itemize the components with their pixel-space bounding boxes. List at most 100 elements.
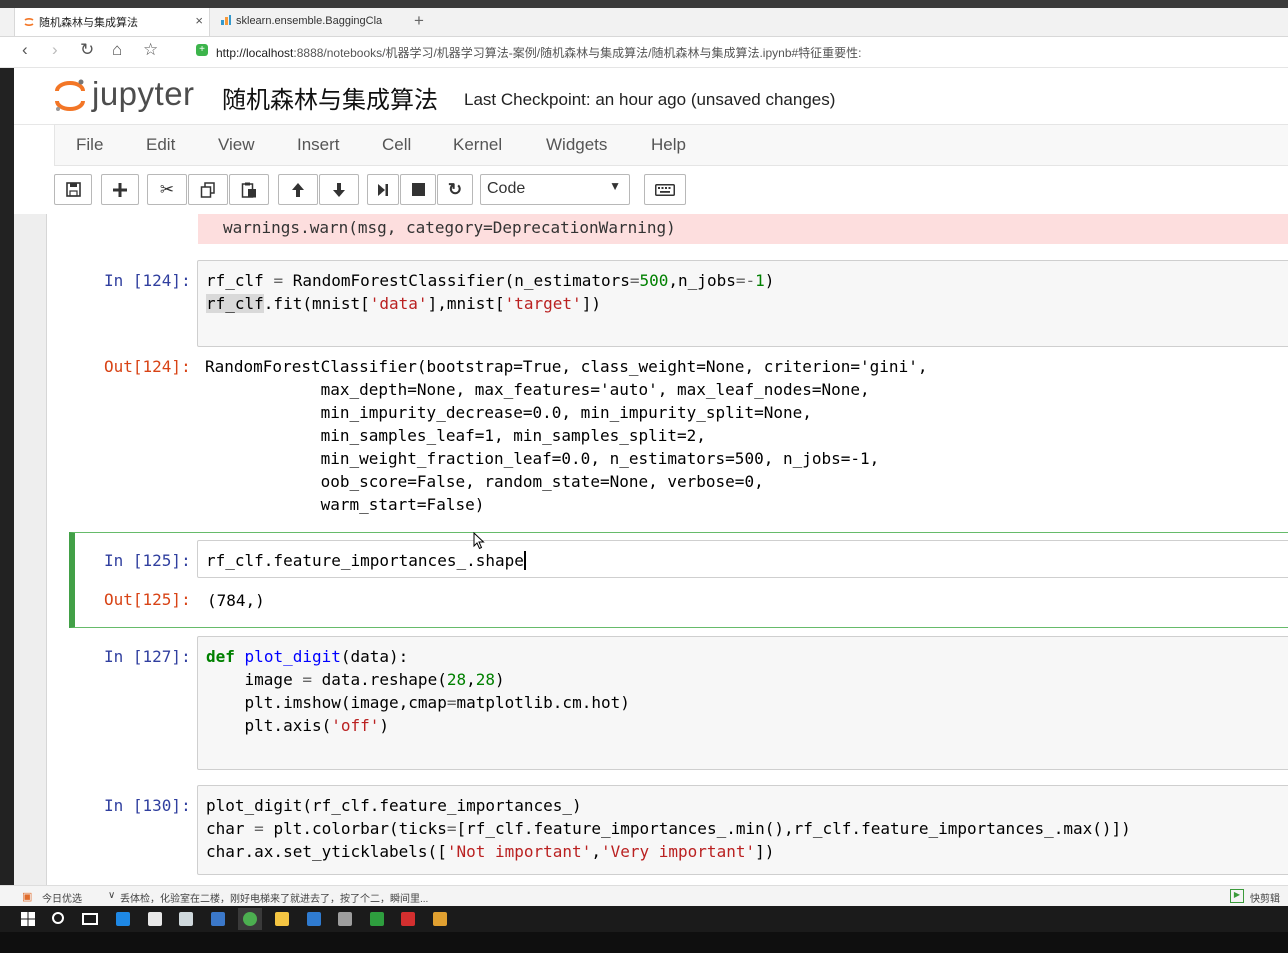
file-explorer-icon[interactable]: [275, 912, 289, 926]
screen-bottom-edge: [0, 932, 1288, 953]
store-icon[interactable]: [148, 912, 162, 926]
close-tab-icon[interactable]: ×: [195, 13, 203, 28]
menu-view[interactable]: View: [218, 135, 255, 155]
text-cursor: [523, 551, 526, 570]
warning-text: warnings.warn(msg, category=DeprecationW…: [223, 218, 676, 237]
notebook-toolbar: ✂ ↻ Code ▼: [14, 166, 1288, 214]
scissors-icon: ✂: [159, 179, 175, 199]
window-top-edge: [0, 0, 1288, 8]
task-view-icon[interactable]: [82, 913, 98, 925]
paste-icon: [241, 182, 256, 198]
restart-button[interactable]: ↻: [437, 174, 473, 205]
plus-icon: [113, 182, 127, 197]
code-line: plot_digit(rf_clf.feature_importances_): [206, 796, 582, 815]
menu-help[interactable]: Help: [651, 135, 686, 155]
code-cell-input[interactable]: plot_digit(rf_clf.feature_importances_) …: [197, 785, 1288, 875]
input-prompt: In [125]:: [104, 551, 191, 570]
cell-output: (784,): [207, 591, 265, 610]
stderr-output: warnings.warn(msg, category=DeprecationW…: [198, 214, 1288, 244]
save-icon: [65, 182, 81, 197]
copy-button[interactable]: [188, 174, 228, 205]
code-cell-input[interactable]: rf_clf = RandomForestClassifier(n_estima…: [197, 260, 1288, 347]
sklearn-favicon-icon: [220, 14, 232, 26]
menu-insert[interactable]: Insert: [297, 135, 340, 155]
windows-start-icon[interactable]: [21, 912, 35, 926]
browser-status-bar: ▣ 今日优选 ∨ 丢体检，化验室在二楼，刚好电梯来了就进去了，按了个二，瞬间里.…: [0, 885, 1288, 907]
taskbar: [0, 906, 1288, 932]
tab-title: sklearn.ensemble.BaggingCla: [236, 15, 383, 27]
mail-icon[interactable]: [179, 912, 193, 926]
cell-type-value: Code: [487, 180, 526, 197]
chevron-down-icon: ∨: [108, 890, 116, 901]
site-security-icon: +: [196, 44, 208, 56]
code-line: rf_clf.fit(mnist['data'],mnist['target']…: [206, 294, 601, 313]
forward-icon[interactable]: ›: [52, 40, 58, 60]
browser-tab-sklearn[interactable]: sklearn.ensemble.BaggingCla: [212, 8, 408, 36]
copy-icon: [200, 181, 215, 198]
mouse-cursor-icon: [473, 531, 485, 555]
command-palette-button[interactable]: [644, 174, 686, 205]
code-line: image = data.reshape(28,28): [206, 670, 505, 689]
checkpoint-status: Last Checkpoint: an hour ago (unsaved ch…: [464, 90, 836, 109]
url-input[interactable]: http://localhost:8888/notebooks/机器学习/机器学…: [216, 44, 862, 61]
cell-output: RandomForestClassifier(bootstrap=True, c…: [205, 357, 928, 514]
app-icon[interactable]: [433, 912, 447, 926]
jupyter-logo-text[interactable]: jupyter: [92, 75, 195, 113]
code-cell-input[interactable]: def plot_digit(data): image = data.resha…: [197, 636, 1288, 770]
step-forward-icon: [378, 183, 388, 196]
reload-icon[interactable]: ↻: [80, 40, 94, 60]
menu-file[interactable]: File: [76, 135, 103, 155]
app-icon[interactable]: [338, 912, 352, 926]
menu-widgets[interactable]: Widgets: [546, 135, 607, 155]
app-icon[interactable]: [401, 912, 415, 926]
code-cell-input[interactable]: rf_clf.feature_importances_.shape: [197, 540, 1288, 578]
keyboard-icon: [655, 183, 675, 196]
bookmark-star-icon[interactable]: ☆: [143, 40, 158, 60]
caret-down-icon: ▼: [609, 179, 621, 193]
code-line: def plot_digit(data):: [206, 647, 409, 666]
output-prompt: Out[124]:: [104, 357, 191, 376]
run-button[interactable]: [367, 174, 399, 205]
home-icon[interactable]: ⌂: [112, 40, 122, 60]
stop-icon: [411, 183, 425, 196]
code-line: plt.axis('off'): [206, 716, 390, 735]
move-up-button[interactable]: [278, 174, 318, 205]
code-line: char.ax.set_yticklabels(['Not important'…: [206, 842, 775, 861]
menu-edit[interactable]: Edit: [146, 135, 175, 155]
new-tab-button[interactable]: +: [414, 11, 424, 31]
code-line: char = plt.colorbar(ticks=[rf_clf.featur…: [206, 819, 1131, 838]
news-ticker[interactable]: 丢体检，化验室在二楼，刚好电梯来了就进去了，按了个二，瞬间里...: [120, 890, 428, 905]
window-left-edge: [0, 68, 14, 885]
search-icon[interactable]: [52, 912, 64, 924]
menu-bar: File Edit View Insert Cell Kernel Widget…: [54, 124, 1288, 166]
back-icon[interactable]: ‹: [22, 40, 28, 60]
code-line: plt.imshow(image,cmap=matplotlib.cm.hot): [206, 693, 630, 712]
gift-icon: ▣: [22, 891, 33, 903]
menu-kernel[interactable]: Kernel: [453, 135, 502, 155]
clip-icon: ▶: [1230, 889, 1244, 903]
address-bar: ‹ › ↻ ⌂ ☆ + http://localhost:8888/notebo…: [0, 37, 1288, 68]
insert-cell-button[interactable]: [101, 174, 139, 205]
move-down-button[interactable]: [319, 174, 359, 205]
paste-button[interactable]: [229, 174, 269, 205]
input-prompt: In [124]:: [104, 271, 191, 290]
browser-tab-bar: 随机森林与集成算法 × sklearn.ensemble.BaggingCla …: [0, 8, 1288, 37]
edge-browser-icon[interactable]: [116, 912, 130, 926]
notebook-container[interactable]: warnings.warn(msg, category=DeprecationW…: [14, 214, 1288, 885]
cell-type-select[interactable]: Code ▼: [480, 174, 630, 205]
browser-tab-notebook[interactable]: 随机森林与集成算法 ×: [14, 8, 210, 36]
refresh-icon: ↻: [447, 179, 463, 199]
status-left-label[interactable]: 今日优选: [42, 890, 82, 905]
status-right-label[interactable]: 快剪辑: [1250, 890, 1280, 905]
arrow-down-icon: [333, 182, 345, 197]
jupyter-logo-icon[interactable]: [54, 77, 86, 118]
app-icon[interactable]: [370, 912, 384, 926]
cut-button[interactable]: ✂: [147, 174, 187, 205]
notebook-title[interactable]: 随机森林与集成算法: [222, 80, 438, 115]
menu-cell[interactable]: Cell: [382, 135, 411, 155]
interrupt-button[interactable]: [400, 174, 436, 205]
app-icon[interactable]: [307, 912, 321, 926]
app-icon[interactable]: [211, 912, 225, 926]
save-button[interactable]: [54, 174, 92, 205]
browser-360-icon[interactable]: [243, 912, 257, 926]
